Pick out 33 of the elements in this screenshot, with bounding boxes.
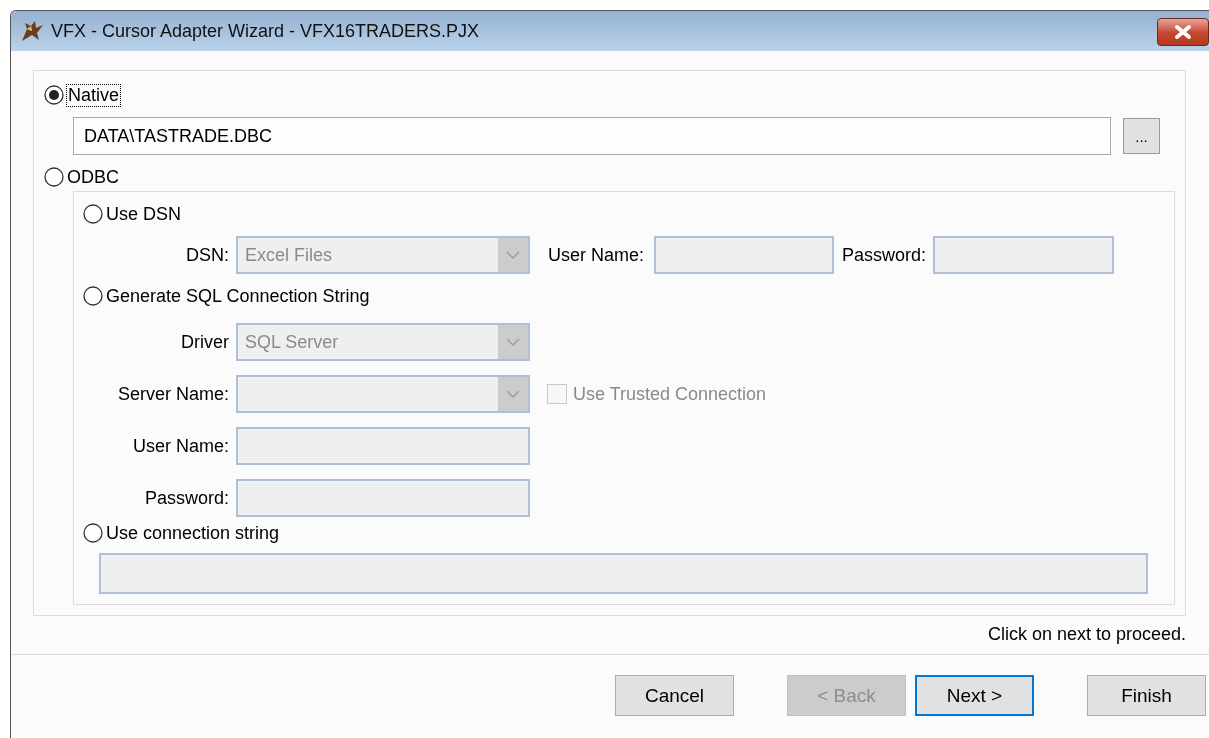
use-dsn-radio[interactable]: Use DSN (83, 202, 1164, 226)
generate-sql-radio[interactable]: Generate SQL Connection String (83, 284, 1164, 308)
native-radio[interactable]: Native (44, 83, 1175, 107)
driver-label: Driver (180, 331, 229, 353)
radio-icon (83, 204, 103, 224)
status-text: Click on next to proceed. (987, 624, 1186, 645)
connection-string-field[interactable] (99, 553, 1148, 594)
close-icon (1173, 24, 1193, 40)
close-button[interactable] (1157, 18, 1209, 46)
connection-string-radio[interactable]: Use connection string (83, 521, 1164, 545)
user-name-label: User Name: (131, 435, 229, 457)
server-name-label: Server Name: (116, 383, 229, 405)
password-field[interactable] (236, 479, 530, 517)
server-name-dropdown[interactable] (236, 375, 530, 413)
password-label: Password: (143, 487, 229, 509)
odbc-radio[interactable]: ODBC (44, 165, 1175, 189)
wizard-button[interactable]: Next > (915, 675, 1034, 716)
radio-icon (83, 286, 103, 306)
database-path-field[interactable]: DATA\TASTRADE.DBC (73, 117, 1111, 155)
user-name-field[interactable] (654, 236, 835, 274)
user-name-label: User Name: (548, 244, 645, 266)
password-field[interactable] (933, 236, 1115, 274)
trusted-connection-label: Use Trusted Connection (573, 383, 767, 405)
radio-icon (44, 85, 64, 105)
radio-icon (44, 167, 64, 187)
wizard-button[interactable]: Cancel (615, 675, 734, 716)
wizard-button[interactable]: Finish (1087, 675, 1206, 716)
radio-icon (83, 523, 103, 543)
user-name-field[interactable] (236, 427, 530, 465)
dsn-label: DSN: (185, 244, 229, 266)
browse-button[interactable]: ... (1123, 118, 1160, 154)
password-label: Password: (842, 244, 927, 266)
window-title: VFX - Cursor Adapter Wizard - VFX16TRADERS.PJX (51, 20, 480, 42)
